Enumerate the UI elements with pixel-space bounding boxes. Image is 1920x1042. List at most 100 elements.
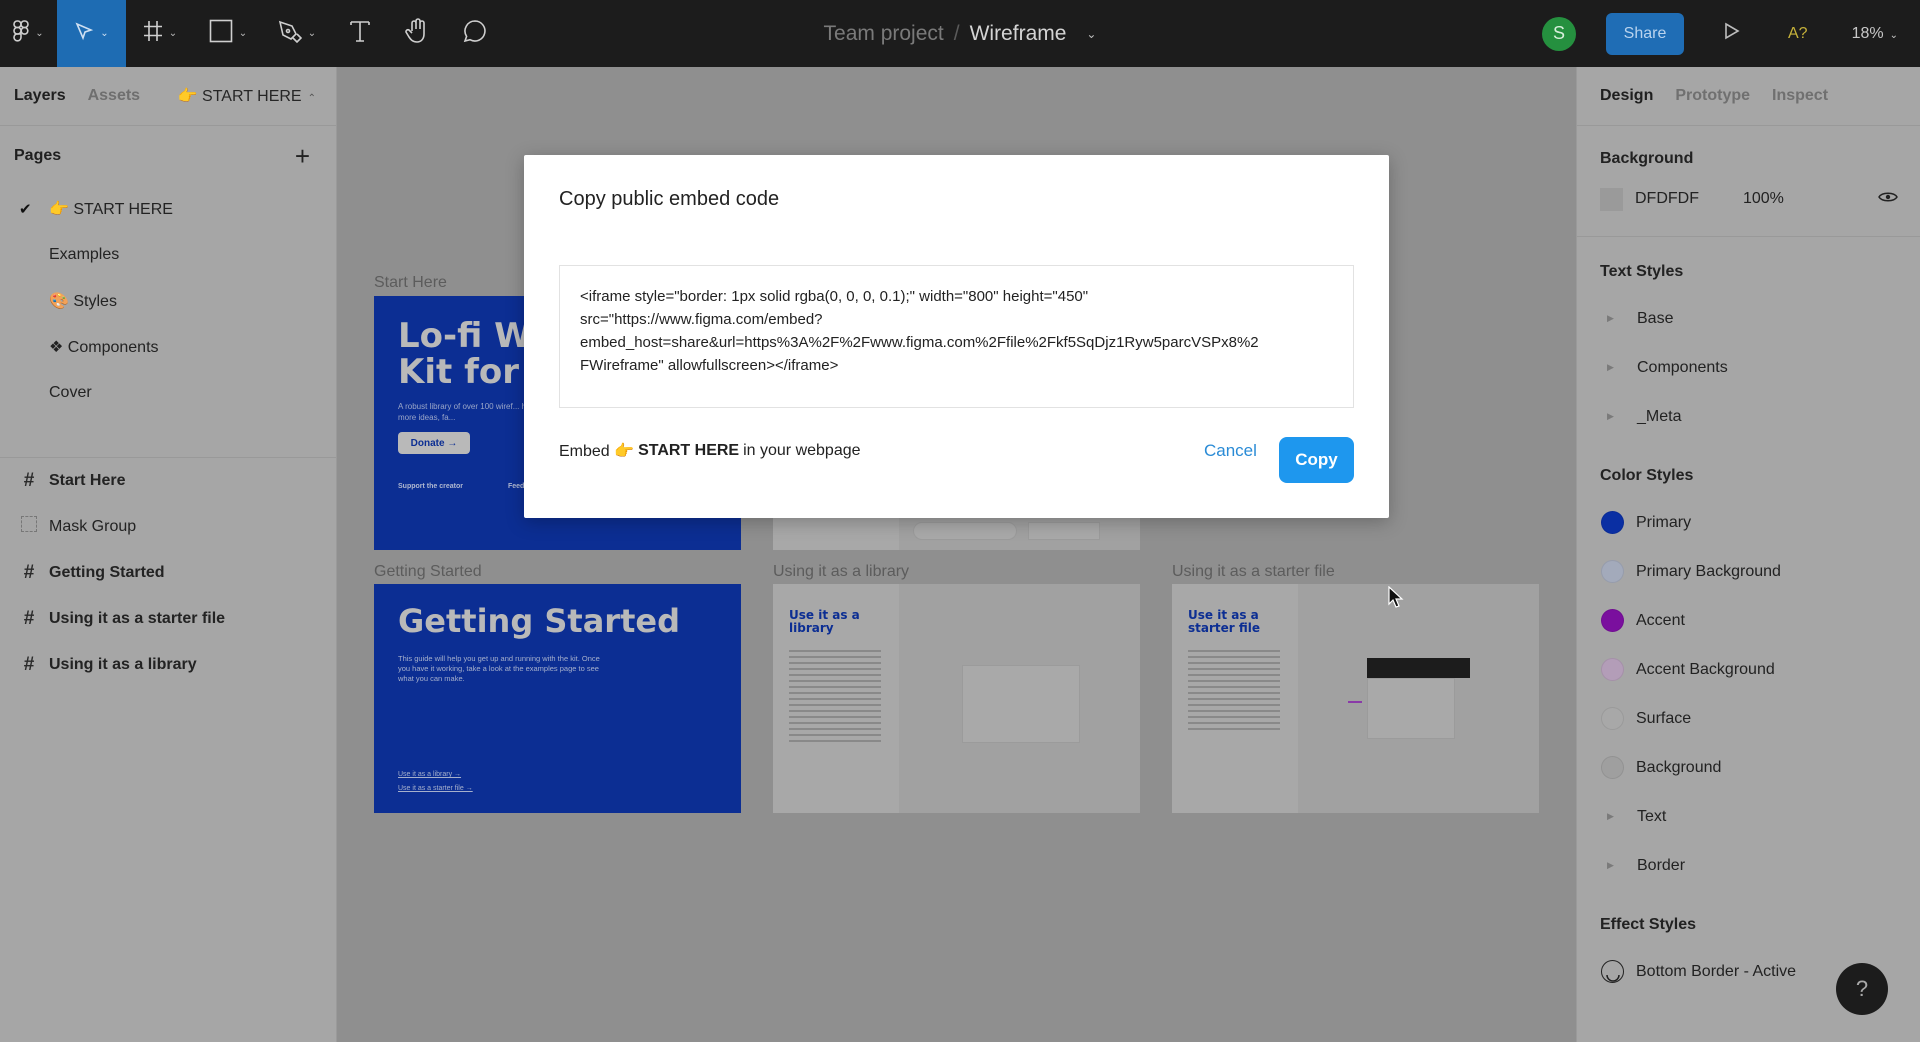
tab-assets[interactable]: Assets xyxy=(88,87,140,105)
caret-right-icon: ▶ xyxy=(1607,313,1614,323)
page-label: 👉 START HERE xyxy=(49,201,173,218)
accessibility-check-button[interactable]: A? xyxy=(1788,25,1808,43)
chevron-down-icon: ⌄ xyxy=(168,28,178,39)
text-style-group-components[interactable]: ▶ Components xyxy=(1577,343,1920,392)
file-menu-chevron-icon[interactable]: ⌄ xyxy=(1086,27,1096,41)
embed-code-textarea[interactable]: <iframe style="border: 1px solid rgba(0,… xyxy=(559,265,1354,408)
page-item-components[interactable]: ❖ Components xyxy=(0,324,336,370)
frame-label-getting-started[interactable]: Getting Started xyxy=(374,563,482,581)
layer-label: Start Here xyxy=(49,472,126,489)
main-menu-button[interactable]: ⌄ xyxy=(0,0,57,67)
figma-app: ⌄ ⌄ ⌄ ⌄ ⌄ Team project / Wireframe ⌄ S S… xyxy=(0,0,1920,1042)
file-name[interactable]: Wireframe xyxy=(970,22,1067,46)
project-name-link[interactable]: Team project xyxy=(824,22,944,46)
left-panel-tabs: Layers Assets 👉 START HERE ⌃ xyxy=(0,67,336,126)
background-section-title: Background xyxy=(1600,150,1694,167)
color-style-label: Background xyxy=(1636,758,1722,776)
page-label: 🎨 Styles xyxy=(49,293,117,310)
tab-prototype[interactable]: Prototype xyxy=(1675,87,1750,105)
layer-item-library[interactable]: # Using it as a library xyxy=(0,642,336,688)
layer-item-starter-file[interactable]: # Using it as a starter file xyxy=(0,596,336,642)
frame-library[interactable]: Use it as a library xyxy=(773,584,1140,813)
arrow-indicator xyxy=(1348,701,1362,703)
frame-tool-button[interactable]: ⌄ xyxy=(126,0,194,67)
starter-file-link: Use it as a starter file → xyxy=(398,785,473,792)
effect-style-label: Bottom Border - Active xyxy=(1636,962,1797,980)
text-tool-button[interactable] xyxy=(332,0,388,67)
layer-item-mask-group[interactable]: Mask Group xyxy=(0,504,336,550)
color-swatch-icon xyxy=(1601,511,1624,534)
layer-item-getting-started[interactable]: # Getting Started xyxy=(0,550,336,596)
chevron-down-icon: ⌄ xyxy=(238,28,248,39)
move-tool-button[interactable]: ⌄ xyxy=(57,0,126,67)
hand-tool-button[interactable] xyxy=(388,0,446,67)
zoom-menu-button[interactable]: 18% ⌄ xyxy=(1852,25,1898,43)
tab-layers[interactable]: Layers xyxy=(14,87,66,105)
toolbar-right: S Share A? 18% ⌄ xyxy=(1542,0,1920,67)
frame-starter[interactable]: Use it as a starter file xyxy=(1172,584,1539,813)
toolbar-preview xyxy=(1367,658,1470,678)
color-swatch-icon xyxy=(1601,658,1624,681)
frame-hash-icon: # xyxy=(23,654,35,675)
color-style-item[interactable]: Primary Background xyxy=(1577,547,1920,596)
library-body-text xyxy=(789,650,881,746)
top-toolbar: ⌄ ⌄ ⌄ ⌄ ⌄ Team project / Wireframe ⌄ S S… xyxy=(0,0,1920,67)
page-selector[interactable]: 👉 START HERE ⌃ xyxy=(178,86,316,106)
color-style-group-border[interactable]: ▶ Border xyxy=(1577,841,1920,890)
frame-hash-icon xyxy=(143,20,163,47)
tab-design[interactable]: Design xyxy=(1600,87,1653,105)
background-hex-input[interactable]: DFDFDF xyxy=(1635,190,1699,208)
text-style-group-meta[interactable]: ▶ _Meta xyxy=(1577,392,1920,441)
present-button[interactable] xyxy=(1724,22,1740,45)
share-button[interactable]: Share xyxy=(1606,12,1684,55)
color-style-label: Primary Background xyxy=(1636,562,1781,580)
page-label: ❖ Components xyxy=(49,339,159,356)
frame-getting-started[interactable]: Getting Started This guide will help you… xyxy=(374,584,741,813)
help-button[interactable]: ? xyxy=(1836,963,1888,1015)
layer-item-start-here[interactable]: # Start Here xyxy=(0,458,336,504)
shape-tool-button[interactable]: ⌄ xyxy=(194,0,262,67)
color-style-group-text[interactable]: ▶ Text xyxy=(1577,792,1920,841)
tab-inspect[interactable]: Inspect xyxy=(1772,87,1828,105)
page-list[interactable]: ✔ 👉 START HERE Examples 🎨 Styles ❖ Compon… xyxy=(0,186,336,458)
visibility-eye-icon[interactable] xyxy=(1878,190,1898,209)
plus-icon: + xyxy=(294,140,310,171)
color-style-item[interactable]: Primary xyxy=(1577,498,1920,547)
color-swatch-icon xyxy=(1601,707,1624,730)
comment-tool-button[interactable] xyxy=(446,0,504,67)
chevron-up-icon: ⌃ xyxy=(307,93,316,104)
caret-right-icon: ▶ xyxy=(1607,860,1614,870)
play-icon xyxy=(1724,22,1740,44)
add-page-button[interactable]: + xyxy=(295,141,310,172)
text-style-group-base[interactable]: ▶ Base xyxy=(1577,294,1920,343)
copy-button[interactable]: Copy xyxy=(1279,437,1354,483)
page-label: Examples xyxy=(49,246,120,263)
embed-code-line: <iframe style="border: 1px solid rgba(0,… xyxy=(580,288,1089,305)
zoom-level: 18% xyxy=(1851,24,1884,42)
embed-code-dialog: Copy public embed code <iframe style="bo… xyxy=(524,155,1389,518)
background-color-swatch[interactable] xyxy=(1600,187,1623,211)
color-style-item[interactable]: Surface xyxy=(1577,694,1920,743)
libraries-dialog-preview xyxy=(962,665,1080,743)
background-opacity-input[interactable]: 100% xyxy=(1743,190,1784,208)
page-item-cover[interactable]: Cover xyxy=(0,370,336,416)
chevron-down-icon: ⌄ xyxy=(100,28,109,39)
user-avatar[interactable]: S xyxy=(1542,16,1576,51)
color-style-item[interactable]: Accent Background xyxy=(1577,645,1920,694)
frame-hash-icon: # xyxy=(23,608,35,629)
page-item-styles[interactable]: 🎨 Styles xyxy=(0,278,336,324)
frame-label-start-here[interactable]: Start Here xyxy=(374,274,447,292)
page-label: Cover xyxy=(49,384,92,401)
page-item-examples[interactable]: Examples xyxy=(0,232,336,278)
starter-body-text xyxy=(1188,650,1280,734)
color-style-item[interactable]: Background xyxy=(1577,743,1920,792)
frame-label-library[interactable]: Using it as a library xyxy=(773,563,909,581)
cancel-button[interactable]: Cancel xyxy=(1204,437,1257,465)
pen-tool-button[interactable]: ⌄ xyxy=(262,0,332,67)
starter-heading: Use it as a starter file xyxy=(1188,608,1261,635)
page-item-start-here[interactable]: ✔ 👉 START HERE xyxy=(0,186,336,232)
chevron-down-icon: ⌄ xyxy=(35,28,44,39)
frame-label-starter[interactable]: Using it as a starter file xyxy=(1172,563,1335,581)
color-style-item[interactable]: Accent xyxy=(1577,596,1920,645)
pages-title: Pages xyxy=(14,147,62,164)
